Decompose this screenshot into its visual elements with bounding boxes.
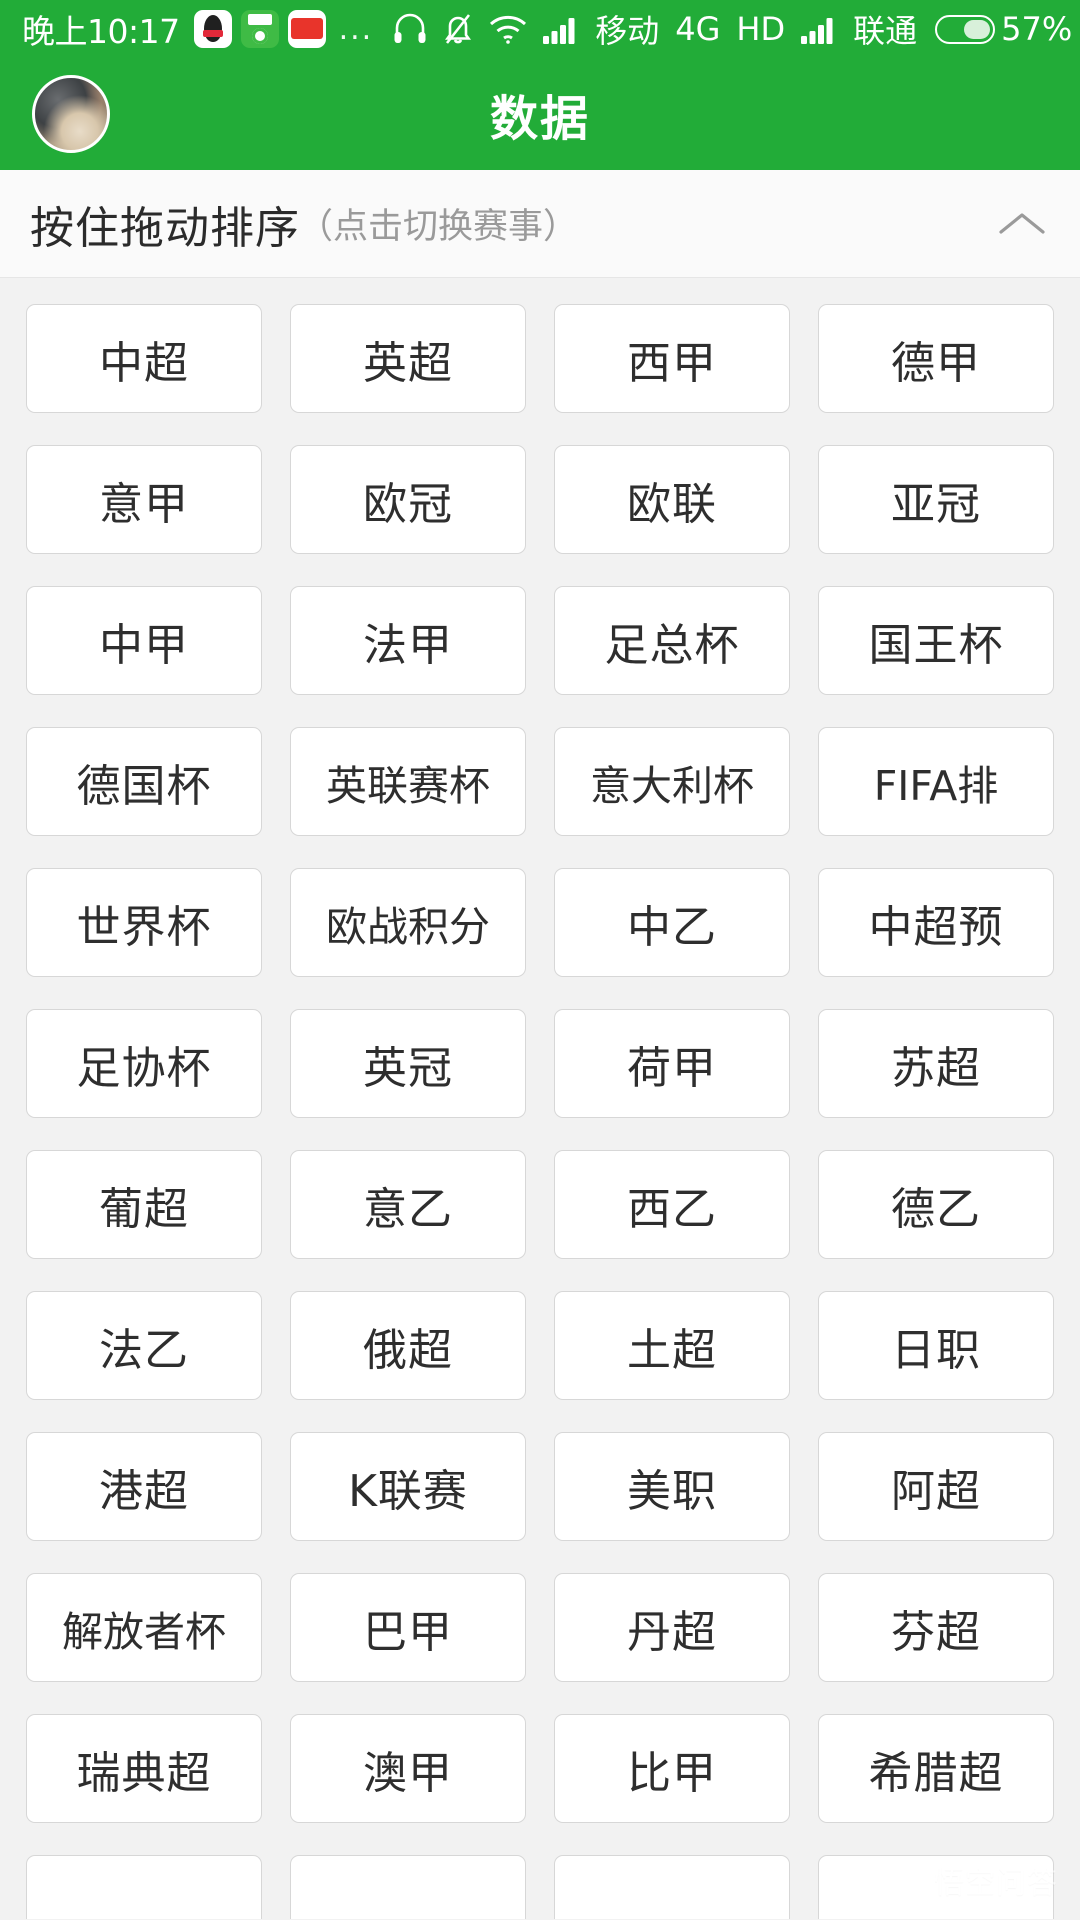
league-button[interactable]: 德甲 (818, 304, 1054, 413)
battery-icon (935, 14, 996, 44)
league-button[interactable]: 西甲 (554, 304, 790, 413)
league-button[interactable]: 比甲 (554, 1714, 790, 1823)
league-button[interactable] (554, 1855, 790, 1919)
league-button[interactable]: 国王杯 (818, 586, 1054, 695)
qq-icon (193, 10, 232, 48)
league-button[interactable]: 苏超 (818, 1009, 1054, 1118)
league-button[interactable]: 意甲 (26, 445, 262, 554)
sort-header[interactable]: 按住拖动排序 （点击切换赛事） (0, 170, 1080, 278)
hd-label: HD (736, 10, 786, 48)
league-button[interactable]: 欧联 (554, 445, 790, 554)
toutiao-icon (287, 10, 326, 48)
title-bar: 数据 (0, 58, 1080, 170)
bell-mute-icon (442, 12, 474, 46)
league-button[interactable]: FIFA排 (818, 727, 1054, 836)
network-type-label: 4G (675, 10, 721, 48)
signal-bars-icon-2 (800, 13, 838, 45)
league-button[interactable]: 澳甲 (290, 1714, 526, 1823)
league-button[interactable]: K联赛 (290, 1432, 526, 1541)
user-avatar[interactable] (32, 75, 110, 153)
league-button[interactable]: 欧战积分 (290, 868, 526, 977)
league-button[interactable]: 法乙 (26, 1291, 262, 1400)
chevron-up-icon[interactable] (992, 194, 1052, 254)
league-button[interactable]: 希腊超 (818, 1714, 1054, 1823)
league-button[interactable]: 中超 (26, 304, 262, 413)
status-time: 晚上10:17 (22, 12, 180, 51)
league-button[interactable] (26, 1855, 262, 1919)
league-button[interactable]: 中超预 (818, 868, 1054, 977)
league-button[interactable]: 美职 (554, 1432, 790, 1541)
league-button[interactable]: 世界杯 (26, 868, 262, 977)
league-button[interactable]: 中甲 (26, 586, 262, 695)
league-button[interactable]: 足协杯 (26, 1009, 262, 1118)
battery-percent: 57% (1001, 10, 1073, 48)
league-button[interactable]: 法甲 (290, 586, 526, 695)
league-button[interactable]: 德国杯 (26, 727, 262, 836)
league-button[interactable]: 土超 (554, 1291, 790, 1400)
league-button[interactable]: 丹超 (554, 1573, 790, 1682)
league-button[interactable]: 中乙 (554, 868, 790, 977)
league-button[interactable]: 阿超 (818, 1432, 1054, 1541)
headset-icon (392, 12, 428, 46)
league-button[interactable]: 英冠 (290, 1009, 526, 1118)
status-bar: 晚上10:17 ... 移动 4G HD 联通 57% (0, 0, 1080, 58)
league-button[interactable]: 德乙 (818, 1150, 1054, 1259)
league-button[interactable]: 意大利杯 (554, 727, 790, 836)
carrier-name-2: 联通 (853, 12, 918, 50)
league-button[interactable]: 西乙 (554, 1150, 790, 1259)
league-button[interactable]: 意乙 (290, 1150, 526, 1259)
football-app-icon (240, 10, 279, 48)
sort-header-main-label: 按住拖动排序 (30, 202, 300, 254)
league-button[interactable]: 欧冠 (290, 445, 526, 554)
league-button[interactable]: 英联赛杯 (290, 727, 526, 836)
league-button[interactable]: 亚冠 (818, 445, 1054, 554)
league-button[interactable]: 俄超 (290, 1291, 526, 1400)
league-button[interactable]: 足总杯 (554, 586, 790, 695)
sort-header-sub-label: （点击切换赛事） (298, 207, 579, 247)
overflow-dots-icon: ... (338, 11, 374, 47)
carrier-name-1: 移动 (595, 12, 660, 50)
league-button[interactable]: 英超 (290, 304, 526, 413)
league-button[interactable]: 港超 (26, 1432, 262, 1541)
league-button[interactable] (290, 1855, 526, 1919)
league-button[interactable]: 葡超 (26, 1150, 262, 1259)
league-button[interactable]: 瑞典超 (26, 1714, 262, 1823)
league-button[interactable] (818, 1855, 1054, 1919)
league-button[interactable]: 荷甲 (554, 1009, 790, 1118)
league-button[interactable]: 日职 (818, 1291, 1054, 1400)
league-grid: 中超 英超 西甲 德甲意甲 欧冠 欧联 亚冠中甲 法甲 足总杯 国王杯德国杯 英联赛杯 意大利杯 FIF… (26, 304, 1054, 1919)
league-button[interactable]: 芬超 (818, 1573, 1054, 1682)
wifi-icon (488, 13, 528, 45)
signal-bars-icon (542, 13, 580, 45)
league-button[interactable]: 解放者杯 (26, 1573, 262, 1682)
page-title: 数据 (489, 91, 590, 147)
league-grid-scroll-area[interactable]: 中超 英超 西甲 德甲意甲 欧冠 欧联 亚冠中甲 法甲 足总杯 国王杯德国杯 英联赛杯 意大利杯 FIF… (0, 278, 1080, 1919)
league-button[interactable]: 巴甲 (290, 1573, 526, 1682)
